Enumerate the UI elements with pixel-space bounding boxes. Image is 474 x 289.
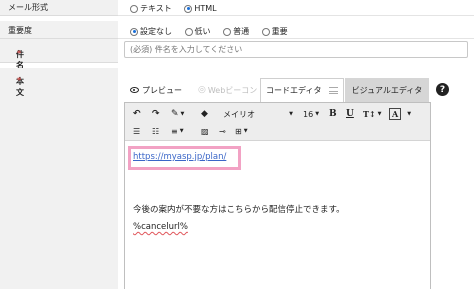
mail-format-label-cell: メール形式 [0,0,118,16]
editor-toolbar: ↶ ↷ ✎ ▼ ◆ メイリオ ▼ 16 ▼ B U T↕ ▼ A ▼ ☰ ☷ ≡ ▼ ▨ ⊸… [125,103,430,141]
help-icon[interactable]: ? [436,83,449,96]
link-icon[interactable]: ⊸ [219,124,226,138]
editor-content[interactable]: https://myasp.jp/plan/ 今後の案内が不要な方はこちらから配… [125,141,430,289]
radio-checked-icon [184,4,193,13]
bold-button[interactable]: B [329,107,337,121]
align-icon[interactable]: ≡ ▼ [171,124,184,138]
mail-format-option-text[interactable]: テキスト [130,3,172,14]
importance-option-low[interactable]: 低い [184,26,211,37]
mail-format-row: テキスト HTML [118,0,474,16]
tab-preview[interactable]: プレビュー [130,78,182,102]
tab-code-editor[interactable]: コードエディタ [260,78,344,102]
eraser-icon[interactable]: ◆ [201,107,208,121]
importance-row: 設定なし 低い 普通 重要 [118,21,474,39]
importance-label-cell: 重要度 [0,21,118,39]
body-label-cell: 本文 * [0,68,118,289]
image-icon[interactable]: ▨ [201,124,209,138]
subject-input[interactable] [124,41,468,58]
ordered-list-icon[interactable]: ☷ [152,124,159,138]
font-size-select[interactable]: 16 ▼ [303,107,319,121]
eye-icon [130,87,139,93]
undo-icon[interactable]: ↶ [133,107,141,121]
content-text: 今後の案内が不要な方はこちらから配信停止できます。 [133,205,345,215]
tab-visual-editor[interactable]: ビジュアルエディタ [345,78,429,102]
importance-option-none[interactable]: 設定なし [130,26,172,37]
redo-icon[interactable]: ↷ [152,107,160,121]
content-link[interactable]: https://myasp.jp/plan/ [133,152,226,162]
radio-icon [261,27,270,36]
menu-lines-icon [329,87,339,94]
visual-editor: ↶ ↷ ✎ ▼ ◆ メイリオ ▼ 16 ▼ B U T↕ ▼ A ▼ ☰ ☷ ≡ ▼ ▨ ⊸… [124,102,431,289]
font-family-select[interactable]: メイリオ ▼ [223,107,293,121]
mail-format-label: メール形式 [8,3,48,12]
radio-icon [223,27,232,36]
underline-button[interactable]: U [346,107,354,121]
magic-wand-icon[interactable]: ✎ ▼ [171,107,184,121]
editor-tabbar: プレビュー ◎ Webビーコン コードエディタ ビジュアルエディタ ? [124,75,474,102]
cancel-url-tag: %cancelurl% [133,222,188,232]
importance-option-normal[interactable]: 普通 [223,26,249,37]
subject-label-cell: 件名 * [0,39,118,70]
text-size-button[interactable]: T↕ ▼ [363,107,382,121]
mail-format-option-html[interactable]: HTML [184,4,217,13]
radio-checked-icon [130,27,138,36]
tab-web-beacon[interactable]: ◎ Webビーコン [198,78,257,102]
beacon-icon: ◎ [198,85,206,95]
table-icon[interactable]: ⊞ ▼ [235,124,248,138]
unordered-list-icon[interactable]: ☰ [133,124,140,138]
importance-option-important[interactable]: 重要 [261,26,288,37]
importance-label: 重要度 [8,26,32,35]
radio-icon [130,4,138,13]
text-color-button[interactable]: A ▼ [389,107,411,121]
radio-icon [184,27,193,36]
